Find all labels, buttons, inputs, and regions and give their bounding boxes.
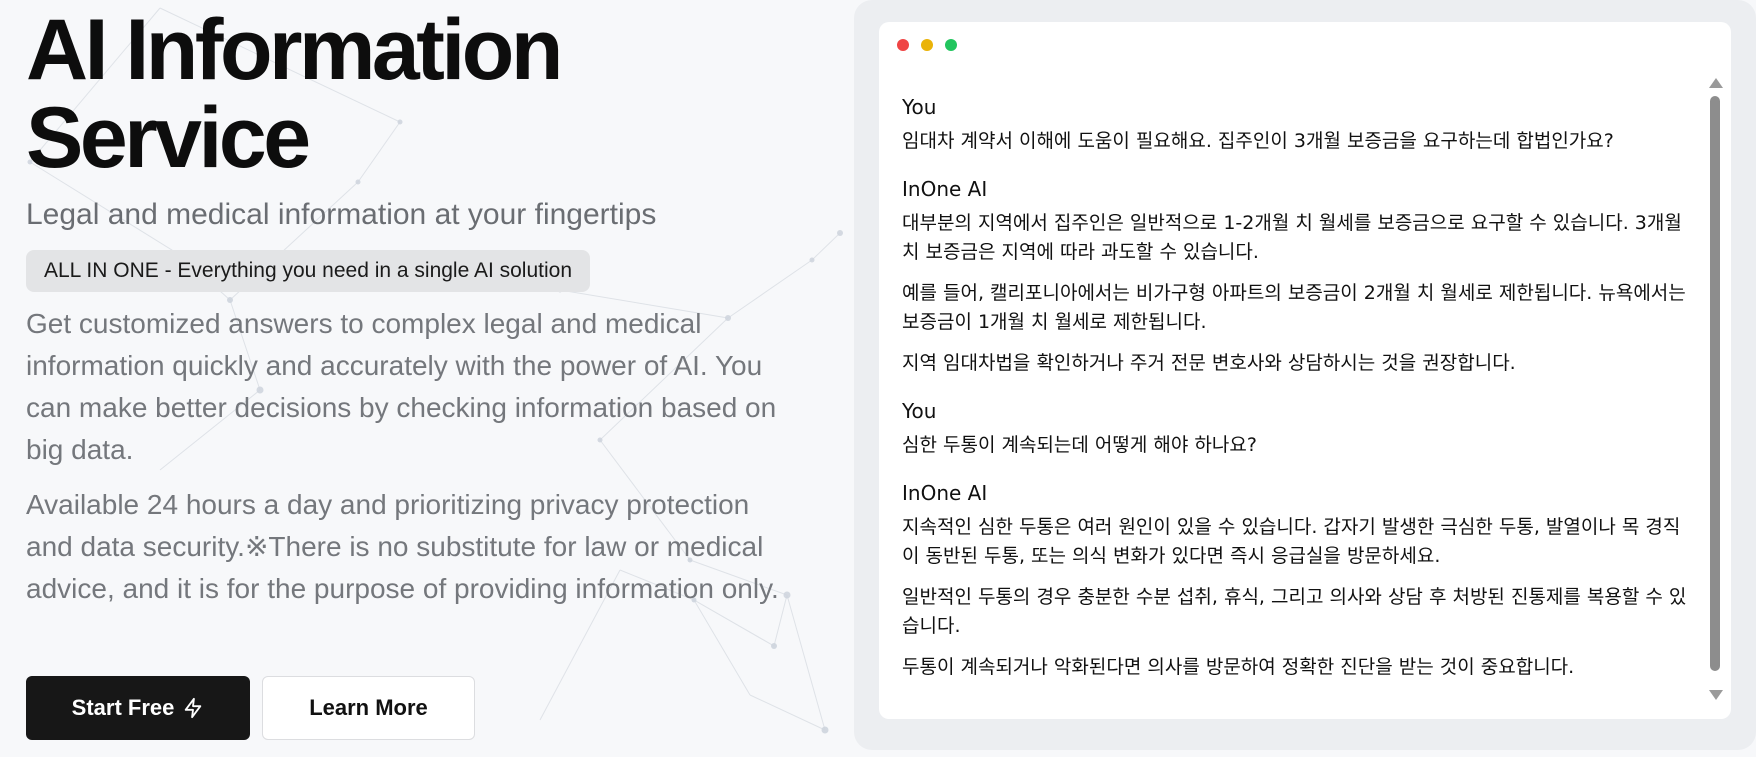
maximize-dot-icon[interactable]	[945, 39, 957, 51]
message-text: 지역 임대차법을 확인하거나 주거 전문 변호사와 상담하시는 것을 권장합니다…	[902, 352, 1516, 374]
learn-more-label: Learn More	[309, 695, 428, 720]
chat-message-user: You 임대차 계약서 이해에 도움이 필요해요. 집주인이 3개월 보증금을 …	[902, 92, 1692, 156]
scrollbar-thumb[interactable]	[1710, 96, 1720, 671]
message-text: 예를 들어, 캘리포니아에서는 비가구형 아파트의 보증금이 2개월 치 월세로…	[902, 282, 1686, 333]
message-text: 대부분의 지역에서 집주인은 일반적으로 1-2개월 치 월세를 보증금으로 요…	[902, 212, 1682, 263]
message-sender: You	[902, 399, 937, 423]
message-text: 지속적인 심한 두통은 여러 원인이 있을 수 있습니다. 갑자기 발생한 극심…	[902, 516, 1681, 567]
lightning-bolt-icon	[185, 697, 202, 719]
chat-message-ai: InOne AI 대부분의 지역에서 집주인은 일반적으로 1-2개월 치 월세…	[902, 174, 1692, 378]
close-dot-icon[interactable]	[897, 39, 909, 51]
message-text: 일반적인 두통의 경우 충분한 수분 섭취, 휴식, 그리고 의사와 상담 후 …	[902, 586, 1687, 637]
start-free-button[interactable]: Start Free	[26, 676, 250, 740]
message-sender: InOne AI	[902, 177, 988, 201]
chat-scrollbar[interactable]	[1708, 78, 1723, 718]
chat-window: You 임대차 계약서 이해에 도움이 필요해요. 집주인이 3개월 보증금을 …	[879, 22, 1731, 719]
chat-message-ai: InOne AI 지속적인 심한 두통은 여러 원인이 있을 수 있습니다. 갑…	[902, 478, 1692, 682]
hero-title-line-2: Service	[26, 90, 311, 186]
chat-message-user: You 심한 두통이 계속되는데 어떻게 해야 하나요?	[902, 396, 1692, 460]
message-sender: InOne AI	[902, 481, 988, 505]
message-text: 임대차 계약서 이해에 도움이 필요해요. 집주인이 3개월 보증금을 요구하는…	[902, 130, 1614, 152]
privacy-disclaimer: Available 24 hours a day and prioritizin…	[26, 489, 779, 604]
window-controls	[897, 39, 957, 51]
message-text: 심한 두통이 계속되는데 어떻게 해야 하나요?	[902, 434, 1257, 456]
hero-title: AI Information Service	[26, 6, 746, 182]
scroll-down-arrow-icon[interactable]	[1709, 690, 1723, 700]
scroll-up-arrow-icon[interactable]	[1709, 78, 1723, 88]
hero-title-line-1: AI Information	[26, 2, 563, 98]
minimize-dot-icon[interactable]	[921, 39, 933, 51]
message-sender: You	[902, 95, 937, 119]
hero-subtitle: Legal and medical information at your fi…	[26, 198, 657, 231]
message-text: 두통이 계속되거나 악화된다면 의사를 방문하여 정확한 진단을 받는 것이 중…	[902, 656, 1575, 678]
chat-messages: You 임대차 계약서 이해에 도움이 필요해요. 집주인이 3개월 보증금을 …	[902, 92, 1692, 700]
hero-description: Get customized answers to complex legal …	[26, 308, 777, 465]
learn-more-button[interactable]: Learn More	[262, 676, 475, 740]
all-in-one-badge: ALL IN ONE - Everything you need in a si…	[26, 250, 591, 292]
start-free-label: Start Free	[71, 695, 175, 720]
